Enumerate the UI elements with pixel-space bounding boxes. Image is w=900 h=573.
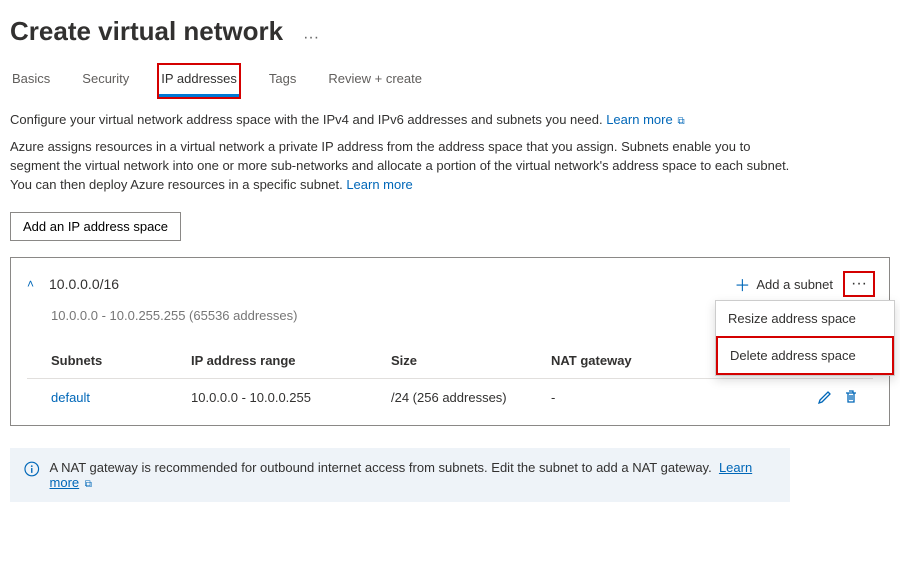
learn-more-link-2[interactable]: Learn more [346, 177, 412, 192]
context-menu: Resize address space Delete address spac… [715, 300, 895, 376]
tab-review-create[interactable]: Review + create [326, 65, 424, 97]
space-more-menu-button[interactable]: ··· [845, 273, 873, 295]
info-banner: A NAT gateway is recommended for outboun… [10, 448, 790, 502]
description-1: Configure your virtual network address s… [10, 111, 790, 130]
address-space-card: ˄ 10.0.0.0/16 ＋ Add a subnet ··· Resize … [10, 257, 890, 426]
tab-basics[interactable]: Basics [10, 65, 52, 97]
subnet-size: /24 (256 addresses) [391, 390, 551, 405]
external-link-icon: ⧉ [85, 479, 92, 490]
cidr-label: 10.0.0.0/16 [49, 276, 119, 292]
menu-delete-address-space[interactable]: Delete address space [718, 338, 892, 373]
tab-security[interactable]: Security [80, 65, 131, 97]
info-text: A NAT gateway is recommended for outboun… [50, 460, 712, 475]
page-title: Create virtual network [10, 16, 283, 47]
plus-icon: ＋ [734, 272, 750, 296]
menu-resize-address-space[interactable]: Resize address space [716, 301, 894, 336]
delete-icon[interactable] [843, 389, 859, 405]
subnet-range: 10.0.0.0 - 10.0.0.255 [191, 390, 391, 405]
add-ip-space-button[interactable]: Add an IP address space [10, 212, 181, 241]
tab-ip-addresses[interactable]: IP addresses [159, 65, 239, 97]
external-link-icon: ⧉ [675, 116, 685, 127]
col-range: IP address range [191, 353, 391, 368]
collapse-chevron-icon[interactable]: ˄ [27, 277, 41, 291]
col-size: Size [391, 353, 551, 368]
col-nat: NAT gateway [551, 353, 691, 368]
tab-bar: Basics Security IP addresses Tags Review… [10, 65, 890, 97]
edit-icon[interactable] [817, 389, 833, 405]
description-2: Azure assigns resources in a virtual net… [10, 138, 790, 195]
info-icon [24, 461, 40, 477]
subnet-nat: - [551, 390, 691, 405]
header-more-icon[interactable]: ··· [297, 27, 325, 49]
tab-tags[interactable]: Tags [267, 65, 298, 97]
add-subnet-label: Add a subnet [756, 277, 833, 292]
col-subnets: Subnets [51, 353, 191, 368]
learn-more-link-1[interactable]: Learn more ⧉ [606, 112, 684, 127]
add-subnet-button[interactable]: ＋ Add a subnet [734, 272, 833, 296]
table-row: default 10.0.0.0 - 10.0.0.255 /24 (256 a… [27, 379, 873, 415]
subnet-name-link[interactable]: default [51, 390, 191, 405]
